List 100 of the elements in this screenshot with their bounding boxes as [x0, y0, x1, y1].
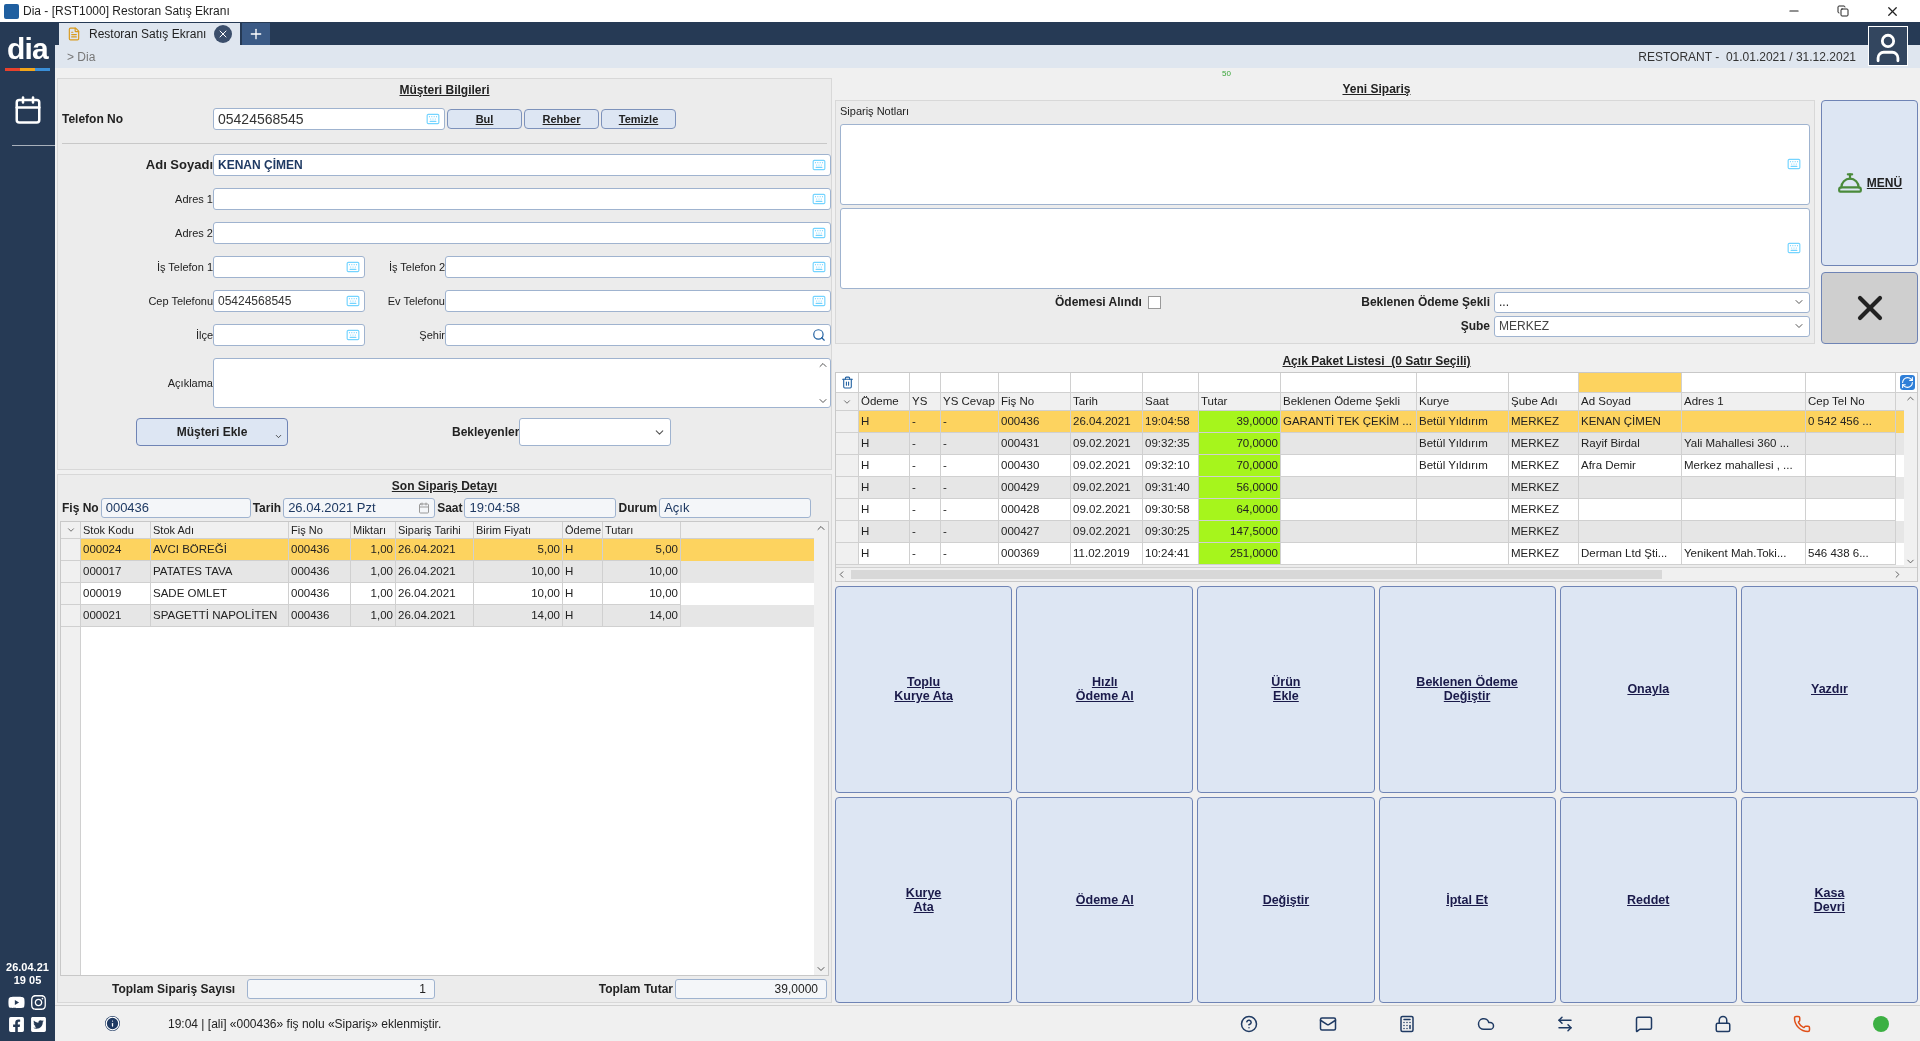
help-icon[interactable] [1239, 1014, 1258, 1033]
input-field[interactable]: Açık [659, 498, 812, 518]
mail-icon[interactable] [1318, 1014, 1337, 1033]
column-header[interactable]: Stok Kodu [81, 522, 151, 538]
chat-icon[interactable] [1634, 1014, 1653, 1033]
action-button[interactable]: Değiştir [1197, 796, 1375, 1003]
refresh-icon[interactable] [1900, 375, 1915, 390]
column-header[interactable]: Sipariş Tarihi [396, 522, 474, 538]
column-header[interactable]: Saat [1143, 393, 1199, 410]
action-button[interactable]: Reddet [1559, 796, 1737, 1003]
column-header[interactable]: Birim Fiyatı [474, 522, 563, 538]
action-button[interactable]: Yazdır [1740, 586, 1918, 793]
column-header[interactable]: Cep Tel No [1806, 393, 1896, 410]
scrollbar[interactable] [1904, 393, 1917, 567]
close-button[interactable] [1821, 272, 1918, 344]
input-field[interactable] [445, 290, 831, 312]
menu-button[interactable]: MENÜ [1821, 100, 1918, 266]
play-button-icon[interactable] [8, 994, 25, 1011]
field-label: Şehir [418, 327, 445, 343]
column-header[interactable]: YS Cevap [941, 393, 999, 410]
action-button[interactable]: Ürün Ekle [1197, 586, 1375, 793]
column-header[interactable]: Ödeme [859, 393, 910, 410]
table-row[interactable]: H - - 000427 09.02.2021 09:30:25 147,5000 MERKEZ [836, 521, 1904, 543]
branch-dropdown[interactable]: MERKEZ [1494, 315, 1810, 337]
table-row[interactable]: 000021 SPAGETTİ NAPOLİTEN 000436 1,00 26.04.2021 14,00 H 14,00 [61, 605, 814, 627]
waiting-dropdown[interactable] [519, 418, 672, 446]
phone-icon[interactable] [1792, 1014, 1811, 1033]
column-header[interactable]: Ad Soyad [1579, 393, 1682, 410]
column-header[interactable]: Şube Adı [1509, 393, 1579, 410]
notes-field[interactable] [840, 123, 1810, 205]
column-header[interactable]: Miktarı [351, 522, 396, 538]
action-button[interactable]: Rehber [524, 109, 599, 129]
action-button[interactable]: Beklenen Ödeme Değiştir [1378, 586, 1556, 793]
column-header[interactable]: Fiş No [289, 522, 351, 538]
input-field[interactable]: 26.04.2021 Pzt [283, 498, 436, 518]
input-field[interactable]: 05424568545 [213, 290, 365, 312]
action-button[interactable]: Ödeme Al [1016, 796, 1194, 1003]
table-row[interactable]: H - - 000428 09.02.2021 09:30:58 64,0000 MERKEZ [836, 499, 1904, 521]
column-header[interactable]: Tarih [1071, 393, 1143, 410]
new-tab-button[interactable] [242, 23, 271, 45]
column-menu-icon[interactable] [65, 525, 76, 535]
column-header[interactable]: Tutar [1199, 393, 1281, 410]
exchange-icon[interactable] [1555, 1014, 1574, 1033]
camera-icon[interactable] [30, 994, 47, 1011]
table-row[interactable]: H - - 000429 09.02.2021 09:31:40 56,0000 MERKEZ [836, 477, 1904, 499]
horizontal-scrollbar[interactable] [836, 567, 1917, 581]
table-row[interactable]: H - - 000431 09.02.2021 09:32:35 70,0000 Betül Yıldırım MERKEZ Rayif Birdal Yali Mahallesi 360 ... [836, 433, 1904, 455]
action-button[interactable]: İptal Et [1378, 796, 1556, 1003]
description-field[interactable] [213, 358, 831, 408]
column-header[interactable]: Stok Adı [151, 522, 289, 538]
action-button[interactable]: Kurye Ata [835, 796, 1013, 1003]
input-field[interactable]: 19:04:58 [464, 498, 617, 518]
action-button[interactable]: Onayla [1559, 586, 1737, 793]
lock-icon[interactable] [1713, 1014, 1732, 1033]
input-field[interactable] [445, 256, 831, 278]
filter-cell[interactable] [1579, 373, 1682, 392]
breadcrumb[interactable]: > Dia [67, 47, 96, 66]
info-icon[interactable] [105, 1016, 120, 1031]
input-field[interactable] [445, 324, 831, 346]
action-button[interactable]: Hızlı Ödeme Al [1016, 586, 1194, 793]
action-button[interactable]: Bul [447, 109, 522, 129]
column-header[interactable]: Kurye [1417, 393, 1509, 410]
notes-field[interactable] [840, 207, 1810, 289]
column-header[interactable]: Beklenen Ödeme Şekli [1281, 393, 1417, 410]
user-avatar-icon[interactable] [1868, 25, 1908, 66]
field-label: Adres 1 [174, 191, 213, 207]
table-cell: Yenikent Mah.Toki... [1682, 543, 1806, 565]
calendar-icon[interactable] [12, 95, 43, 125]
bird-icon[interactable] [30, 1016, 47, 1033]
column-header[interactable]: YS [910, 393, 941, 410]
paid-checkbox[interactable] [1147, 295, 1161, 309]
table-row[interactable]: 000024 AVCI BÖREĞİ 000436 1,00 26.04.2021 5,00 H 5,00 [61, 539, 814, 561]
status-message: 19:04 | [ali] «000436» fiş nolu «Sipariş» eklenmiştir. [168, 1015, 442, 1033]
tab[interactable]: Restoran Satış Ekranı [59, 23, 241, 45]
field-label: Tarih [251, 500, 283, 517]
input-field[interactable] [213, 222, 831, 244]
input-field[interactable]: 000436 [100, 498, 251, 518]
input-field[interactable] [213, 256, 365, 278]
restore-icon[interactable] [1837, 5, 1849, 17]
calculator-icon[interactable] [1397, 1014, 1416, 1033]
add-customer-button[interactable]: Müşteri Ekle [136, 418, 288, 446]
table-row[interactable]: 000017 PATATES TAVA 000436 1,00 26.04.2021 10,00 H 10,00 [61, 561, 814, 583]
input-field[interactable] [213, 188, 831, 210]
column-header[interactable]: Adres 1 [1682, 393, 1806, 410]
column-header[interactable]: Tutarı [603, 522, 681, 538]
action-button[interactable]: Temizle [601, 109, 676, 129]
scrollbar[interactable] [814, 522, 828, 975]
action-button[interactable]: Kasa Devri [1740, 796, 1918, 1003]
payment-dropdown[interactable]: ... [1494, 291, 1810, 313]
input-field[interactable]: KENAN ÇİMEN [213, 154, 831, 176]
column-header[interactable]: Ödeme [563, 522, 603, 538]
column-header[interactable]: Fiş No [999, 393, 1071, 410]
table-row[interactable]: H - - 000430 09.02.2021 09:32:10 70,0000 Betül Yıldırım MERKEZ Afra Demir Merkez mahallesi , ... [836, 455, 1904, 477]
letter-f-icon[interactable] [8, 1016, 25, 1033]
table-row[interactable]: H - - 000436 26.04.2021 19:04:58 39,0000 GARANTİ TEK ÇEKİM ... Betül Yıldırım MERKEZ KENAN ÇİMEN 0 542 456 ... [836, 411, 1904, 433]
trash-icon[interactable] [840, 376, 854, 389]
table-row[interactable]: H - - 000369 11.02.2019 10:24:41 251,0000 MERKEZ Derman Ltd Şti... Yenikent Mah.Toki... 546 438 6... [836, 543, 1904, 565]
input-field[interactable] [213, 324, 365, 346]
input-field[interactable]: 05424568545 [213, 108, 445, 130]
action-button[interactable]: Toplu Kurye Ata [835, 586, 1013, 793]
